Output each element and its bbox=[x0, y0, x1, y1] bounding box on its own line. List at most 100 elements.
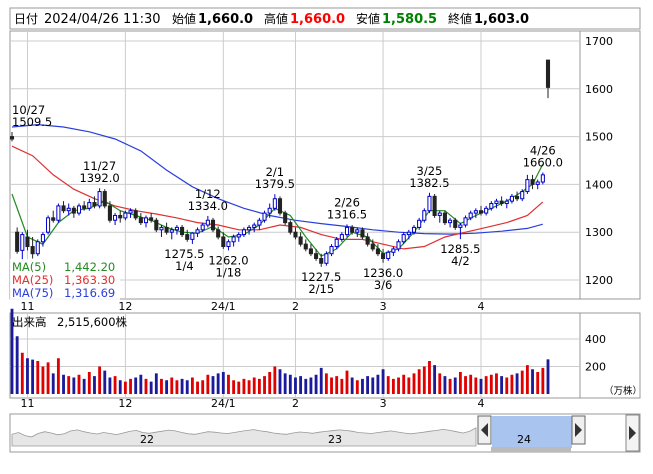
volume-bar bbox=[371, 377, 375, 394]
volume-bar bbox=[453, 377, 457, 394]
volume-bar bbox=[397, 377, 400, 394]
candle-body bbox=[107, 205, 112, 221]
annotation-date: 3/6 bbox=[374, 278, 393, 292]
candle-body bbox=[504, 200, 509, 205]
volume-bar bbox=[294, 377, 297, 394]
volume-bar bbox=[335, 376, 339, 394]
candle-body bbox=[535, 181, 540, 185]
candle-body bbox=[277, 198, 283, 214]
volume-bar bbox=[108, 377, 112, 394]
candle-body bbox=[241, 229, 246, 236]
candle-body bbox=[499, 200, 504, 205]
price-tick-label: 1200 bbox=[585, 274, 613, 287]
candle-body bbox=[494, 200, 499, 205]
navigator-right-handle[interactable] bbox=[571, 415, 586, 445]
candle-body bbox=[190, 232, 195, 240]
candle-body bbox=[525, 179, 530, 193]
candle-body bbox=[365, 236, 370, 245]
volume-bar bbox=[77, 374, 81, 394]
x-tick-label: 24/1 bbox=[211, 300, 236, 313]
high-label: 高値 bbox=[264, 11, 288, 26]
candle-body bbox=[489, 203, 494, 209]
volume-bar bbox=[98, 366, 102, 394]
candle-body bbox=[216, 229, 221, 238]
volume-bar bbox=[288, 374, 292, 394]
annotation-value: 1509.5 bbox=[12, 115, 52, 129]
annotation-date: 2/26 bbox=[334, 195, 360, 209]
candle-body bbox=[149, 217, 154, 221]
volume-bar bbox=[510, 374, 514, 394]
volume-label: 出来高 bbox=[12, 315, 47, 329]
volume-bar bbox=[190, 377, 194, 394]
navigator-scroll-handle[interactable] bbox=[491, 447, 571, 452]
annotation-date: 1/18 bbox=[216, 265, 242, 279]
candle-body bbox=[386, 251, 391, 259]
volume-bar bbox=[319, 367, 323, 394]
volume-bar bbox=[484, 376, 488, 394]
candle-body bbox=[293, 231, 298, 238]
annotation-date: 2/15 bbox=[308, 282, 334, 296]
candle-body bbox=[381, 253, 386, 259]
candle-body bbox=[231, 236, 236, 243]
x-tick-label: 3 bbox=[380, 397, 387, 410]
candle-body bbox=[530, 179, 535, 185]
low-value: 1,580.5 bbox=[382, 12, 437, 27]
candle-body bbox=[339, 234, 344, 240]
candle-body bbox=[154, 219, 159, 231]
candle-body bbox=[247, 226, 252, 231]
candle-body bbox=[66, 207, 71, 212]
volume-bar bbox=[520, 370, 524, 394]
price-tick-label: 1600 bbox=[585, 83, 613, 96]
volume-bar bbox=[350, 377, 354, 394]
navigator-left-handle[interactable] bbox=[477, 415, 492, 445]
candle-body bbox=[463, 217, 468, 226]
navigator-year-label: 22 bbox=[140, 433, 154, 446]
candle-body bbox=[40, 234, 45, 243]
volume-bar bbox=[201, 380, 205, 394]
volume-bar bbox=[20, 352, 24, 394]
candle-body bbox=[20, 234, 25, 251]
volume-bar bbox=[252, 377, 256, 394]
volume-bar bbox=[525, 365, 529, 394]
volume-bar bbox=[546, 359, 550, 394]
candle-body bbox=[401, 234, 406, 243]
high-value: 1,660.0 bbox=[290, 12, 345, 27]
volume-bar bbox=[500, 376, 504, 394]
candle-body bbox=[200, 224, 205, 231]
ma-legend: MA(5) 1,442.20 MA(25) 1,363.30 MA(75) 1,… bbox=[10, 259, 120, 301]
volume-bar bbox=[103, 370, 107, 394]
annotation-value: 1316.5 bbox=[327, 207, 367, 221]
candle-body bbox=[9, 136, 15, 140]
volume-bar bbox=[123, 381, 127, 394]
candle-body bbox=[35, 241, 40, 255]
candle-body bbox=[355, 229, 360, 233]
volume-bar bbox=[273, 366, 277, 394]
candle-body bbox=[350, 226, 355, 233]
candle-body bbox=[82, 205, 87, 209]
volume-bar bbox=[247, 380, 251, 394]
volume-bar bbox=[495, 373, 498, 394]
candle-body bbox=[185, 234, 190, 240]
close-label: 終値 bbox=[448, 11, 472, 26]
volume-bar bbox=[221, 372, 225, 394]
x-tick-label: 4 bbox=[478, 397, 485, 410]
candle-body bbox=[205, 219, 210, 226]
candle-body bbox=[422, 210, 427, 221]
volume-bar bbox=[160, 378, 163, 394]
volume-bar bbox=[443, 376, 447, 394]
legend-ma5-value: 1,442.20 bbox=[64, 260, 115, 274]
volume-bar bbox=[407, 377, 411, 394]
volume-tick-label: 400 bbox=[585, 333, 606, 346]
navigator-selection[interactable] bbox=[492, 416, 572, 448]
volume-bar bbox=[72, 377, 76, 394]
volume-bar bbox=[366, 376, 370, 394]
candle-body bbox=[411, 226, 417, 233]
volume-bar bbox=[412, 373, 416, 394]
candle-body bbox=[375, 248, 380, 255]
navigator-scroll-right-button[interactable] bbox=[625, 414, 640, 452]
candle-body bbox=[128, 210, 133, 214]
x-tick-label: 3 bbox=[380, 300, 387, 313]
candle-body bbox=[221, 236, 226, 248]
volume-bar bbox=[268, 372, 272, 394]
volume-bar bbox=[242, 378, 246, 394]
